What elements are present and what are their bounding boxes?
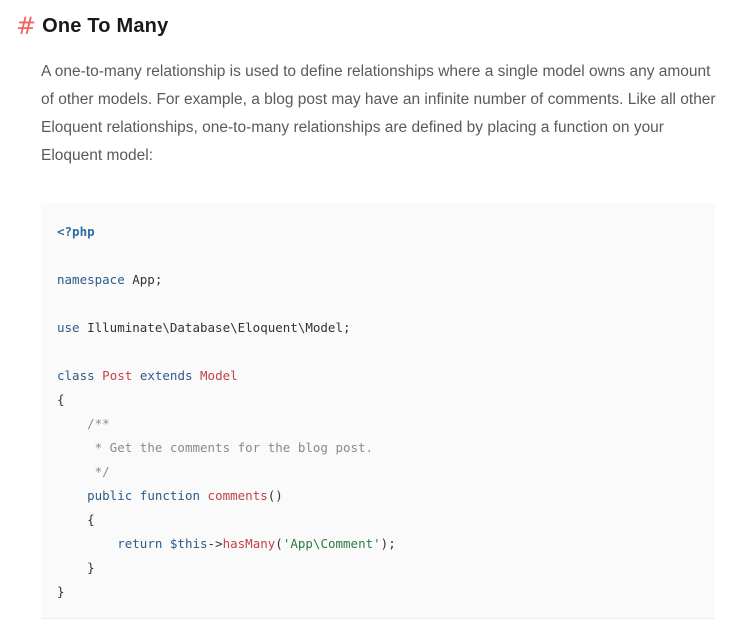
namespace-name: App; (124, 272, 163, 287)
class-open-brace: { (57, 392, 65, 407)
method-name: comments (207, 488, 268, 503)
code-line-open-tag: <?php (57, 220, 715, 244)
namespace-keyword: namespace (57, 272, 125, 287)
extends-keyword: extends (139, 368, 193, 383)
doc-comment-body: * Get the comments for the blog post. (87, 440, 374, 455)
code-line-method: public function comments() (57, 484, 715, 508)
anchor-hash-link[interactable]: # (16, 14, 36, 38)
code-line-comment-body: * Get the comments for the blog post. (57, 436, 715, 460)
code-line-use: use Illuminate\Database\Eloquent\Model; (57, 316, 715, 340)
function-keyword: function (139, 488, 201, 503)
parent-class-name: Model (200, 368, 238, 383)
return-keyword: return (117, 536, 163, 551)
code-line-comment-start: /** (57, 412, 715, 436)
section-title: One To Many (42, 14, 169, 37)
use-path: Illuminate\Database\Eloquent\Model; (79, 320, 351, 335)
code-line-return: return $this->hasMany('App\Comment'); (57, 532, 715, 556)
code-line-comment-end: */ (57, 460, 715, 484)
description-paragraph: A one-to-many relationship is used to de… (41, 63, 716, 164)
section-heading: # One To Many (16, 10, 168, 42)
call-close: ); (380, 536, 396, 551)
call-name: hasMany (222, 536, 276, 551)
code-block: <?php namespace App; use Illuminate\Data… (41, 203, 715, 619)
code-line-class: class Post extends Model (57, 364, 715, 388)
doc-comment-start: /** (87, 416, 110, 431)
use-keyword: use (57, 320, 80, 335)
this-variable: $this (169, 536, 208, 551)
call-argument: 'App\Comment' (282, 536, 381, 551)
class-close-brace: } (57, 584, 65, 599)
code-line-namespace: namespace App; (57, 268, 715, 292)
class-name: Post (102, 368, 133, 383)
doc-comment-end: */ (87, 464, 110, 479)
method-open-brace: { (87, 512, 95, 527)
code-line-method-open: { (57, 508, 715, 532)
code-line-class-close: } (57, 580, 715, 604)
code-line-class-open: { (57, 388, 715, 412)
public-keyword: public (87, 488, 133, 503)
method-close-brace: } (87, 560, 95, 575)
code-line-method-close: } (57, 556, 715, 580)
php-open-tag: <?php (57, 224, 95, 239)
class-keyword: class (57, 368, 95, 383)
method-parens: () (267, 488, 283, 503)
call-open-paren: ( (275, 536, 283, 551)
arrow-operator: -> (207, 536, 223, 551)
